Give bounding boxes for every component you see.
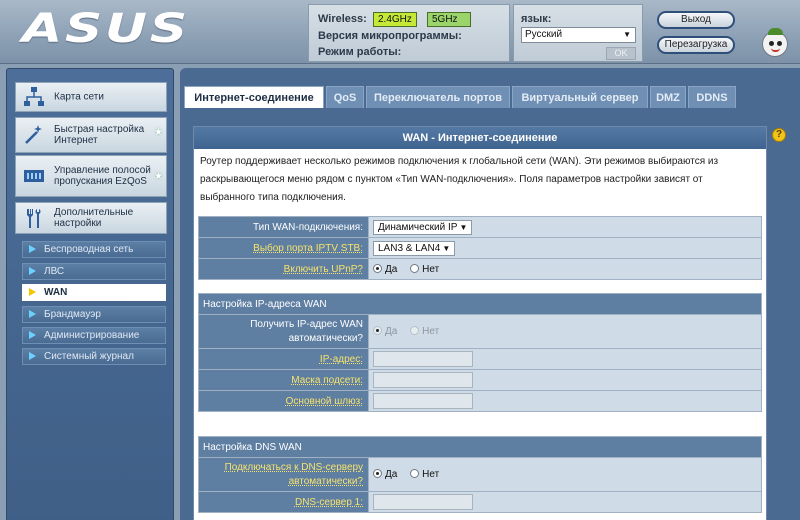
band-24-badge[interactable]: 2.4GHz — [373, 12, 417, 27]
radio-label: Да — [385, 263, 398, 275]
wan-panel: WAN - Интернет-соединение Роутер поддерж… — [193, 126, 767, 520]
wan-type-label: Тип WAN-подключения: — [198, 216, 369, 238]
tab-dmz[interactable]: DMZ — [650, 86, 686, 108]
triangle-right-icon — [29, 310, 36, 318]
wan-dns-table: Настройка DNS WAN Подключаться к DNS-сер… — [198, 436, 762, 513]
sub-item-label: Брандмауэр — [44, 309, 101, 320]
panel-title: WAN - Интернет-соединение — [194, 127, 766, 149]
sidebar-sub-wireless[interactable]: Беспроводная сеть — [22, 241, 166, 258]
sub-item-label: Беспроводная сеть — [44, 244, 134, 255]
chevron-down-icon: ▼ — [459, 222, 468, 232]
sidebar-item-advanced[interactable]: Дополнительные настройки — [15, 202, 167, 234]
star-icon: ★ — [154, 127, 163, 138]
iptv-value: LAN3 & LAN4 — [378, 242, 441, 254]
chevron-down-icon: ▼ — [623, 30, 631, 39]
sidebar-item-quick-setup[interactable]: Быстрая настройка Интернет ★ — [15, 117, 167, 153]
help-icon[interactable]: ? — [772, 128, 786, 142]
auto-dns-label: Подключаться к DNS-серверу автоматически… — [198, 457, 369, 492]
language-ok-button[interactable]: OK — [606, 47, 636, 60]
sidebar-sub-administration[interactable]: Администрирование — [22, 327, 166, 344]
tab-port-switch[interactable]: Переключатель портов — [366, 86, 510, 108]
qos-icon — [24, 170, 44, 182]
wan-basic-table: Тип WAN-подключения: Динамический IP ▼ В… — [198, 216, 762, 280]
triangle-right-icon — [29, 352, 36, 360]
auto-ip-no-radio[interactable] — [410, 326, 420, 335]
reboot-button[interactable]: Перезагрузка — [657, 36, 735, 54]
auto-ip-label: Получить IP-адрес WAN автоматически? — [198, 314, 369, 349]
language-panel: язык: Русский ▼ OK — [513, 4, 643, 62]
upnp-no-radio[interactable] — [410, 263, 420, 273]
asus-logo: ASUS — [22, 6, 190, 52]
auto-dns-yes-radio[interactable] — [373, 469, 382, 478]
sub-item-label: Администрирование — [44, 330, 140, 341]
sidebar-sub-syslog[interactable]: Системный журнал — [22, 348, 166, 365]
language-value: Русский — [525, 29, 563, 40]
dns1-label: DNS-сервер 1: — [198, 491, 369, 513]
sidebar-item-ezqos[interactable]: Управление полосой пропускания EzQoS ★ — [15, 155, 167, 197]
wireless-label: Wireless: — [318, 13, 367, 25]
tab-ddns[interactable]: DDNS — [688, 86, 736, 108]
upnp-yes-radio[interactable] — [373, 263, 382, 273]
radio-label: Нет — [422, 326, 440, 337]
dns1-field[interactable] — [373, 494, 473, 510]
triangle-right-icon — [29, 288, 36, 296]
iptv-select[interactable]: LAN3 & LAN4 ▼ — [373, 240, 456, 256]
gateway-field[interactable] — [373, 393, 473, 409]
sidebar-item-label: Дополнительные настройки — [54, 207, 134, 229]
auto-dns-no-radio[interactable] — [410, 469, 420, 478]
ip-address-field[interactable] — [373, 351, 473, 367]
tab-internet[interactable]: Интернет-соединение — [184, 86, 324, 108]
ip-address-label: IP-адрес: — [198, 348, 369, 370]
wan-type-value: Динамический IP — [378, 221, 458, 233]
dns-section-title: Настройка DNS WAN — [198, 436, 762, 458]
sub-item-label: Системный журнал — [44, 351, 134, 362]
mode-label: Режим работы: — [318, 46, 402, 58]
wand-icon — [25, 125, 42, 144]
sidebar-sub-wan[interactable]: WAN — [22, 284, 166, 301]
network-map-icon — [24, 87, 44, 106]
band-5-badge[interactable]: 5GHz — [427, 12, 471, 27]
sidebar-item-label: Быстрая настройка Интернет — [54, 124, 145, 146]
logout-button[interactable]: Выход — [657, 11, 735, 29]
auto-ip-yes-radio[interactable] — [373, 326, 382, 335]
triangle-right-icon — [29, 245, 36, 253]
language-label: язык: — [521, 13, 552, 25]
panel-description: Роутер поддерживает несколько режимов по… — [200, 156, 719, 203]
sidebar-item-label: Управление полосой пропускания EzQoS — [54, 165, 151, 187]
subnet-field[interactable] — [373, 372, 473, 388]
mascot-icon — [762, 28, 788, 57]
header: ASUS Wireless: 2.4GHz 5GHz Версия микроп… — [0, 0, 800, 64]
iptv-label: Выбор порта IPTV STB: — [198, 237, 369, 259]
sidebar-sub-firewall[interactable]: Брандмауэр — [22, 306, 166, 323]
wan-ip-table: Настройка IP-адреса WAN Получить IP-адре… — [198, 293, 762, 412]
radio-label: Нет — [422, 469, 440, 480]
radio-label: Да — [385, 326, 398, 337]
sub-item-label: ЛВС — [44, 266, 65, 277]
firmware-label: Версия микропрограммы: — [318, 30, 462, 42]
sub-item-label: WAN — [44, 287, 68, 298]
sidebar-sub-lan[interactable]: ЛВС — [22, 263, 166, 280]
triangle-right-icon — [29, 267, 36, 275]
chevron-down-icon: ▼ — [442, 243, 451, 253]
tab-virtual-server[interactable]: Виртуальный сервер — [512, 86, 648, 108]
star-icon: ★ — [154, 171, 163, 182]
radio-label: Нет — [422, 263, 440, 275]
gateway-label: Основной шлюз: — [198, 390, 369, 412]
status-panel: Wireless: 2.4GHz 5GHz Версия микропрогра… — [308, 4, 510, 62]
sidebar-item-network-map[interactable]: Карта сети — [15, 82, 167, 112]
wan-type-select[interactable]: Динамический IP ▼ — [373, 219, 473, 235]
triangle-right-icon — [29, 331, 36, 339]
ip-section-title: Настройка IP-адреса WAN — [198, 293, 762, 315]
upnp-label: Включить UPnP? — [198, 258, 369, 280]
language-select[interactable]: Русский ▼ — [521, 27, 636, 43]
tab-qos[interactable]: QoS — [326, 86, 364, 108]
subnet-label: Маска подсети: — [198, 369, 369, 391]
sidebar-item-label: Карта сети — [54, 91, 104, 103]
tools-icon — [27, 209, 41, 228]
radio-label: Да — [385, 469, 398, 480]
